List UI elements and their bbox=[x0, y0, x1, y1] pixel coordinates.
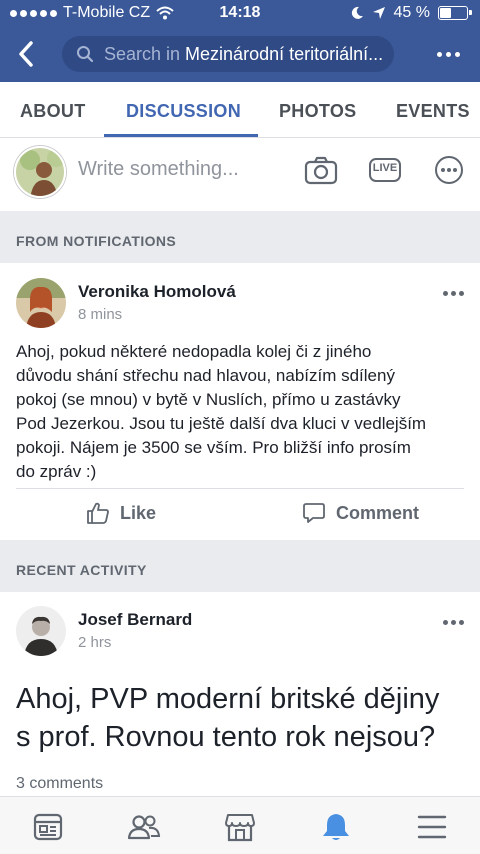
back-button[interactable] bbox=[10, 38, 42, 70]
post-text-line: Ahoj, pokud některé nedopadla kolej či z… bbox=[16, 342, 372, 361]
post-card: Veronika Homolová 8 mins Ahoj, pokud něk… bbox=[0, 263, 480, 540]
section-header-notifications: FROM NOTIFICATIONS bbox=[0, 211, 480, 263]
location-arrow-icon bbox=[372, 7, 385, 19]
battery-icon bbox=[438, 6, 472, 20]
marketplace-icon bbox=[225, 814, 255, 842]
write-something-input[interactable]: Write something... bbox=[78, 158, 239, 181]
more-composer-options-icon[interactable] bbox=[434, 155, 464, 185]
camera-icon[interactable] bbox=[304, 155, 338, 185]
live-label: LIVE bbox=[372, 162, 398, 174]
section-header-recent-activity: RECENT ACTIVITY bbox=[0, 540, 480, 592]
search-icon bbox=[77, 46, 94, 63]
dot bbox=[454, 51, 460, 57]
tab-photos[interactable]: PHOTOS bbox=[279, 82, 356, 138]
live-video-button[interactable]: LIVE bbox=[368, 155, 402, 185]
dot bbox=[445, 51, 451, 57]
nav-news-feed[interactable] bbox=[24, 807, 72, 847]
moon-icon bbox=[351, 6, 363, 19]
post-timestamp[interactable]: 2 hrs bbox=[78, 634, 111, 651]
post-text-line: do zpráv :) bbox=[16, 462, 97, 481]
search-page-name: Mezinárodní teritoriální... bbox=[185, 43, 384, 64]
nav-marketplace[interactable] bbox=[216, 807, 264, 847]
notifications-bell-icon bbox=[323, 814, 349, 840]
friends-icon bbox=[127, 815, 161, 840]
post-author-name[interactable]: Veronika Homolová bbox=[78, 282, 236, 302]
tab-events[interactable]: EVENTS bbox=[396, 82, 470, 138]
post-options-button[interactable] bbox=[443, 291, 464, 296]
avatar bbox=[14, 146, 66, 198]
bottom-navigation bbox=[0, 796, 480, 854]
status-bar: T-Mobile CZ 14:18 45 % bbox=[0, 0, 480, 28]
group-search-input[interactable]: Search in Mezinárodní teritoriální... bbox=[62, 36, 394, 72]
chevron-left-icon bbox=[19, 41, 33, 67]
post-options-button[interactable] bbox=[443, 620, 464, 625]
nav-menu[interactable] bbox=[408, 807, 456, 847]
post-text-line: pokoj (se mnou) v bytě v Nuslích, přímo … bbox=[16, 390, 401, 409]
post-text-line: důvodu shání střechu nad hlavou, nabízím… bbox=[16, 366, 395, 385]
post-text: Ahoj, PVP moderní britské dějiny s prof.… bbox=[16, 680, 466, 756]
post-author-name[interactable]: Josef Bernard bbox=[78, 610, 192, 630]
comment-count-link[interactable]: 3 comments bbox=[16, 775, 103, 793]
divider bbox=[16, 488, 464, 489]
comment-button[interactable]: Comment bbox=[302, 501, 419, 525]
post-text-line: s prof. Rovnou tento rok nejsou? bbox=[16, 721, 436, 753]
active-tab-indicator bbox=[104, 134, 258, 137]
post-timestamp[interactable]: 8 mins bbox=[78, 306, 122, 323]
post-composer: Write something... LIVE bbox=[0, 138, 480, 211]
nav-notifications[interactable] bbox=[312, 807, 360, 847]
nav-friends[interactable] bbox=[120, 807, 168, 847]
comment-label: Comment bbox=[336, 502, 420, 523]
battery-percentage: 45 % bbox=[393, 4, 430, 21]
post-card: Josef Bernard 2 hrs Ahoj, PVP moderní br… bbox=[0, 592, 480, 796]
post-text-line: Pod Jezerkou. Jsou tu ještě další dva kl… bbox=[16, 414, 427, 433]
search-prefix: Search in bbox=[104, 43, 181, 64]
comment-icon bbox=[303, 503, 325, 523]
post-text-line: pokoji. Nájem je 3500 se vším. Pro bližš… bbox=[16, 438, 411, 457]
like-label: Like bbox=[120, 502, 157, 523]
group-tabs: ABOUT DISCUSSION PHOTOS EVENTS bbox=[0, 82, 480, 138]
post-text: Ahoj, pokud některé nedopadla kolej či z… bbox=[16, 340, 456, 484]
thumbs-up-icon bbox=[87, 502, 109, 524]
post-text-line: Ahoj, PVP moderní britské dějiny bbox=[16, 683, 440, 715]
tab-discussion[interactable]: DISCUSSION bbox=[126, 82, 241, 138]
like-button[interactable]: Like bbox=[86, 501, 156, 525]
more-options-button[interactable] bbox=[430, 40, 466, 68]
tab-about[interactable]: ABOUT bbox=[20, 82, 86, 138]
menu-icon bbox=[417, 815, 447, 839]
news-feed-icon bbox=[33, 813, 63, 841]
avatar[interactable] bbox=[16, 278, 66, 328]
top-bar: T-Mobile CZ 14:18 45 % Search in Mezinár… bbox=[0, 0, 480, 82]
avatar[interactable] bbox=[16, 606, 66, 656]
dot bbox=[436, 51, 442, 57]
